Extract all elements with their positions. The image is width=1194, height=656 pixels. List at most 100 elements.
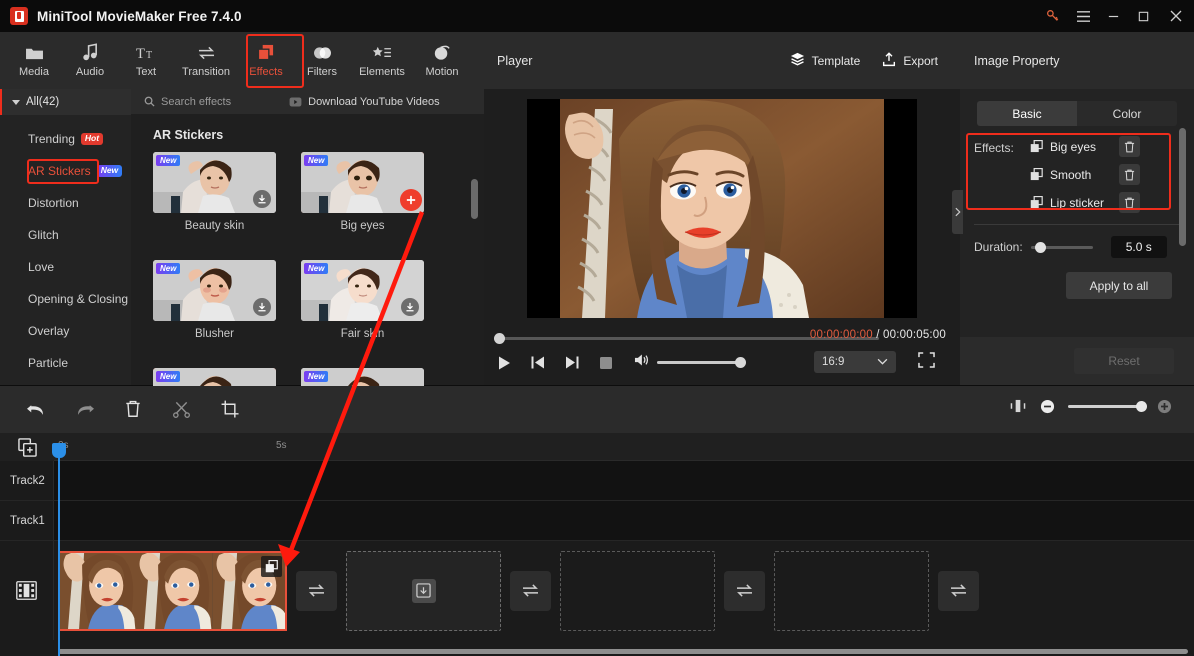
tab-audio[interactable]: Audio <box>62 33 118 88</box>
speaker-icon[interactable] <box>634 353 649 372</box>
split-button[interactable] <box>170 398 192 420</box>
effect-card[interactable]: New Blusher <box>153 260 276 340</box>
effect-card-big-eyes[interactable]: New Big eyes <box>301 152 424 232</box>
apply-to-all-button[interactable]: Apply to all <box>1066 272 1172 299</box>
clip-effects-badge[interactable] <box>261 555 282 577</box>
download-icon[interactable] <box>253 190 271 208</box>
menu-icon[interactable] <box>1068 0 1098 32</box>
effect-thumbnail[interactable]: New <box>301 260 424 321</box>
template-button[interactable]: Template <box>790 52 860 69</box>
download-youtube-videos-button[interactable]: Download YouTube Videos <box>289 96 440 108</box>
tab-filters[interactable]: Filters <box>294 33 350 88</box>
tab-transition[interactable]: Transition <box>174 33 238 88</box>
timeline-zoom-handle[interactable] <box>1136 400 1147 412</box>
redo-button[interactable] <box>74 398 96 420</box>
delete-effect-button[interactable] <box>1119 164 1140 185</box>
zoom-in-button[interactable] <box>1156 398 1172 414</box>
volume-handle[interactable] <box>735 357 746 368</box>
add-media-button[interactable] <box>0 433 54 461</box>
property-tabs: Basic Color <box>977 101 1177 126</box>
transition-slot[interactable] <box>938 570 979 611</box>
playhead-handle[interactable] <box>52 443 66 458</box>
track-header[interactable]: Track2 <box>0 461 54 500</box>
collapse-panel-handle[interactable] <box>952 190 963 234</box>
effect-thumbnail[interactable]: New <box>153 152 276 213</box>
duration-slider[interactable] <box>1030 241 1093 253</box>
undo-button[interactable] <box>24 398 46 420</box>
timeline-zoom-slider[interactable] <box>1068 400 1147 412</box>
sidebar-item-ar-stickers[interactable]: AR Stickers New <box>0 155 131 187</box>
property-footer: Reset <box>960 337 1194 385</box>
tab-elements[interactable]: Elements <box>350 33 414 88</box>
fullscreen-button[interactable] <box>918 352 936 370</box>
next-frame-button[interactable] <box>564 355 580 371</box>
sidebar-item-love[interactable]: Love <box>0 251 131 283</box>
delete-effect-button[interactable] <box>1119 136 1140 157</box>
maximize-icon[interactable] <box>1128 0 1158 32</box>
add-effect-icon[interactable] <box>400 189 422 211</box>
sidebar-item-trending[interactable]: Trending Hot <box>0 123 131 155</box>
previous-frame-button[interactable] <box>530 355 546 371</box>
playhead[interactable] <box>52 443 66 656</box>
tab-text[interactable]: TT Text <box>118 33 174 88</box>
svg-text:T: T <box>136 46 145 61</box>
applied-effect-row[interactable]: Lip sticker <box>1030 192 1140 213</box>
tab-media[interactable]: Media <box>6 33 62 88</box>
key-icon[interactable] <box>1038 0 1068 32</box>
sidebar-item-particle[interactable]: Particle <box>0 347 131 379</box>
timeline-ruler[interactable]: 0s 5s <box>0 433 1194 461</box>
media-placeholder[interactable] <box>346 550 501 631</box>
minimize-icon[interactable] <box>1098 0 1128 32</box>
tab-color[interactable]: Color <box>1077 101 1177 126</box>
stop-button[interactable] <box>598 355 614 371</box>
volume-slider[interactable] <box>657 357 746 368</box>
download-icon[interactable] <box>253 298 271 316</box>
media-placeholder[interactable] <box>560 550 715 631</box>
duration-handle[interactable] <box>1034 241 1046 253</box>
sidebar-item-opening-closing[interactable]: Opening & Closing <box>0 283 131 315</box>
effect-label: Beauty skin <box>184 220 245 232</box>
media-placeholder[interactable] <box>774 550 929 631</box>
sidebar-item-glitch[interactable]: Glitch <box>0 219 131 251</box>
seek-handle[interactable] <box>494 332 505 344</box>
category-label: Opening & Closing <box>28 292 129 306</box>
timeline-horizontal-scrollbar[interactable] <box>58 649 1188 654</box>
reset-button[interactable]: Reset <box>1074 348 1174 374</box>
effects-scrollbar[interactable] <box>471 179 478 219</box>
zoom-out-button[interactable] <box>1039 398 1055 414</box>
video-clip[interactable] <box>58 550 287 631</box>
effect-thumbnail[interactable]: New <box>153 260 276 321</box>
property-scrollbar[interactable] <box>1179 128 1186 246</box>
close-icon[interactable] <box>1158 0 1194 32</box>
video-preview[interactable] <box>527 98 917 318</box>
transition-slot[interactable] <box>296 570 337 611</box>
fit-to-screen-icon[interactable] <box>1010 398 1026 414</box>
track-header[interactable]: Track1 <box>0 501 54 540</box>
applied-effect-row[interactable]: Smooth <box>1030 164 1140 185</box>
category-all[interactable]: All(42) <box>0 89 131 115</box>
delete-button[interactable] <box>122 398 144 420</box>
download-icon[interactable] <box>401 298 419 316</box>
sidebar-item-distortion[interactable]: Distortion <box>0 187 131 219</box>
export-button[interactable]: Export <box>882 51 938 70</box>
transition-slot[interactable] <box>724 570 765 611</box>
transition-slot[interactable] <box>510 570 551 611</box>
search-input[interactable]: Search effects <box>144 96 231 108</box>
track-lane[interactable] <box>54 501 1194 540</box>
tab-basic[interactable]: Basic <box>977 101 1077 126</box>
effect-card[interactable]: New Fair skin <box>301 260 424 340</box>
track-lane[interactable] <box>54 461 1194 500</box>
effect-thumbnail[interactable]: New <box>301 152 424 213</box>
play-button[interactable] <box>496 355 512 371</box>
tab-motion[interactable]: Motion <box>414 33 470 88</box>
effects-squares-icon <box>265 559 278 572</box>
effect-card[interactable]: New Beauty skin <box>153 152 276 232</box>
crop-button[interactable] <box>219 398 241 420</box>
sidebar-item-overlay[interactable]: Overlay <box>0 315 131 347</box>
duration-value[interactable]: 5.0 s <box>1110 236 1167 258</box>
applied-effect-row[interactable]: Big eyes <box>1030 136 1140 157</box>
aspect-ratio-select[interactable]: 16:9 <box>814 351 896 373</box>
tab-effects[interactable]: Effects <box>238 33 294 88</box>
delete-effect-button[interactable] <box>1119 192 1140 213</box>
volume-control[interactable] <box>634 353 746 372</box>
